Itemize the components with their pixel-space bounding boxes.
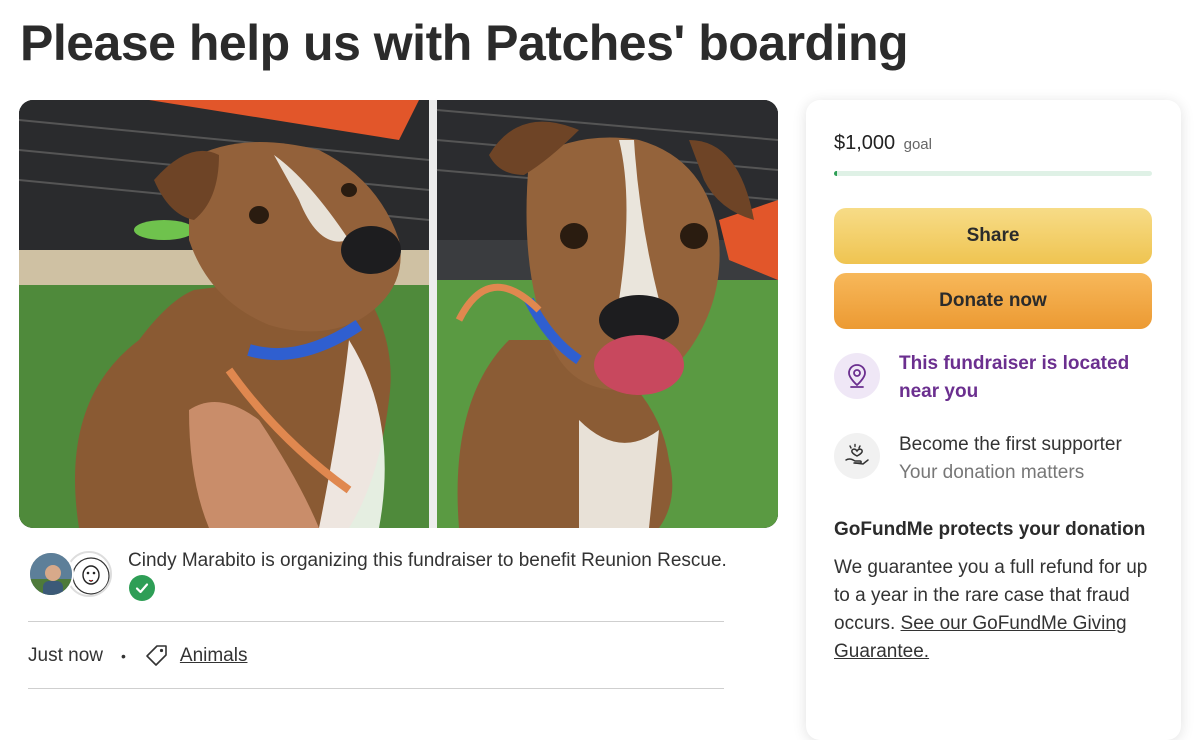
goal-amount: $1,000 <box>834 132 896 154</box>
page-title: Please help us with Patches' boarding <box>20 15 909 71</box>
divider <box>28 688 724 689</box>
divider <box>28 621 724 622</box>
organizer-text: Cindy Marabito is organizing this fundra… <box>128 550 727 571</box>
share-button[interactable]: Share <box>834 208 1152 264</box>
created-time: Just now <box>28 645 103 666</box>
goal-label: goal <box>903 136 932 153</box>
donate-button[interactable]: Donate now <box>834 273 1152 329</box>
dog-photos-image <box>19 100 778 528</box>
fundraiser-photo[interactable] <box>19 100 778 528</box>
progress-fill <box>834 171 838 176</box>
organizer-avatar[interactable] <box>28 551 74 597</box>
hand-heart-icon <box>834 433 880 479</box>
map-pin-icon <box>834 353 880 399</box>
category-link[interactable]: Animals <box>180 645 248 667</box>
organizer-section: Cindy Marabito is organizing this fundra… <box>28 548 728 608</box>
fundraiser-meta: Just now • Animals <box>28 641 247 671</box>
supporter-title: Become the first supporter <box>899 434 1122 455</box>
supporter-subtitle: Your donation matters <box>899 462 1085 483</box>
check-circle-icon <box>129 575 155 601</box>
tag-icon <box>144 643 170 669</box>
goal-summary: $1,000 goal <box>834 132 932 155</box>
location-text: This fundraiser is located near you <box>899 353 1130 402</box>
donation-card: $1,000 goal Share Donate now This fundra… <box>806 100 1181 740</box>
meta-separator: • <box>120 648 126 664</box>
protection-text: We guarantee you a full refund for up to… <box>834 554 1156 666</box>
protection-heading: GoFundMe protects your donation <box>834 519 1146 540</box>
progress-bar <box>834 171 1152 176</box>
